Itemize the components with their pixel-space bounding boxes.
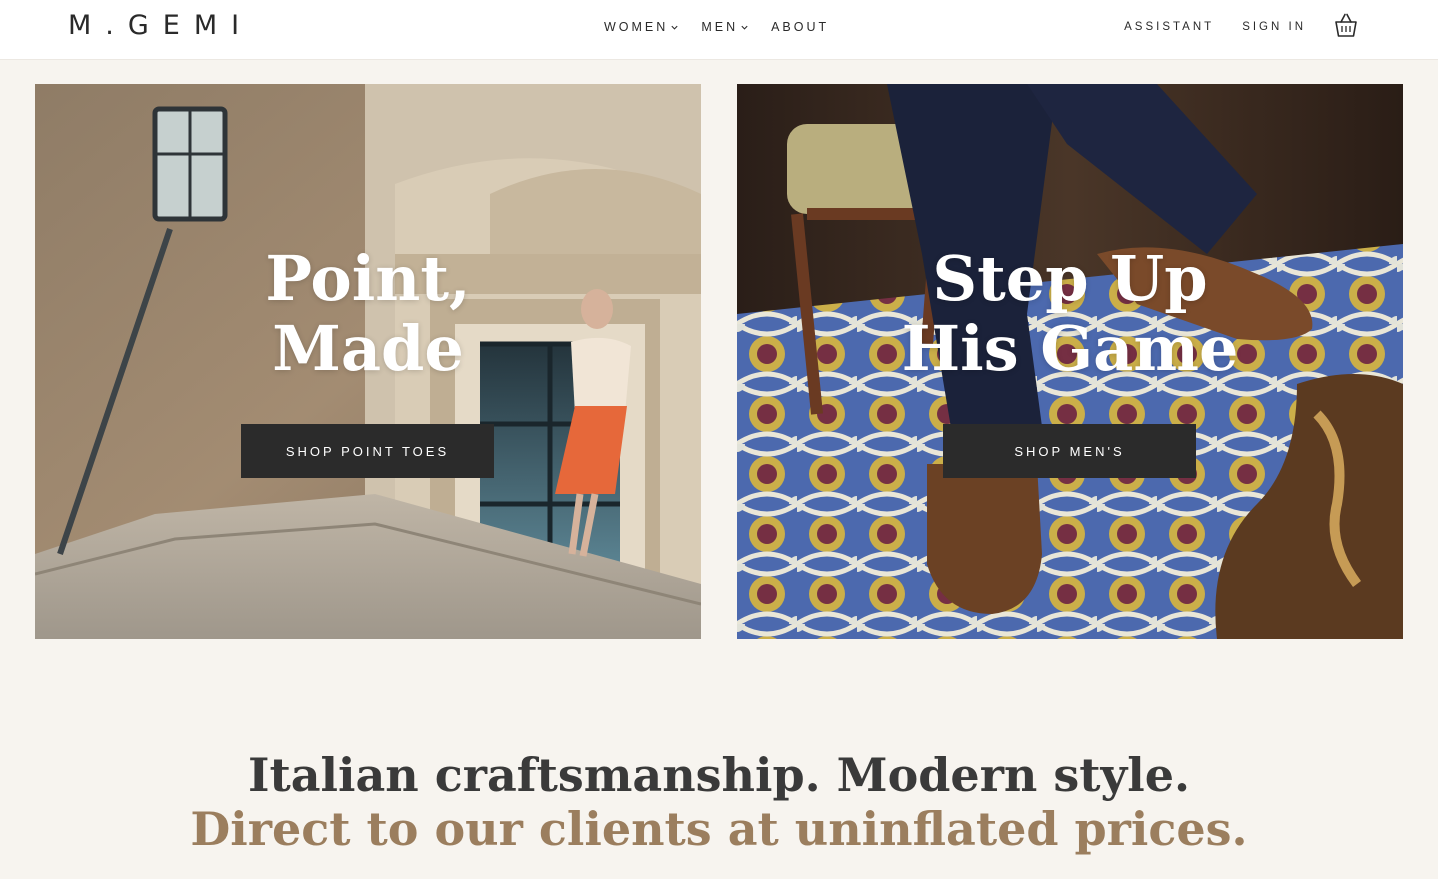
site-header: M.GEMI WOMEN MEN ABOUT ASSISTANT SIGN IN	[0, 0, 1438, 60]
shop-mens-button[interactable]: SHOP MEN'S	[943, 424, 1196, 478]
nav-about-label: ABOUT	[771, 20, 830, 34]
nav-women[interactable]: WOMEN	[604, 19, 679, 35]
hero-women-panel[interactable]: Point, Made SHOP POINT TOES	[35, 84, 701, 639]
headline-line: Point,	[265, 242, 471, 315]
shop-point-toes-button[interactable]: SHOP POINT TOES	[241, 424, 494, 478]
nav-men[interactable]: MEN	[701, 19, 749, 35]
main-nav: WOMEN MEN ABOUT	[604, 19, 851, 35]
shopping-bag-icon[interactable]	[1334, 12, 1358, 38]
hero-men-headline: Step Up His Game	[737, 244, 1403, 384]
headline-line: Made	[272, 312, 464, 385]
tagline-line-1: Italian craftsmanship. Modern style.	[247, 748, 1191, 802]
headline-line: Step Up	[932, 242, 1208, 315]
brand-logo[interactable]: M.GEMI	[68, 10, 253, 42]
chevron-down-icon	[741, 25, 748, 30]
assistant-link[interactable]: ASSISTANT	[1124, 19, 1214, 35]
headline-line: His Game	[901, 312, 1239, 385]
utility-nav: ASSISTANT SIGN IN	[1124, 12, 1358, 38]
nav-women-label: WOMEN	[604, 20, 669, 34]
nav-about[interactable]: ABOUT	[771, 19, 829, 35]
hero-women-headline: Point, Made	[35, 244, 701, 384]
nav-men-label: MEN	[701, 20, 739, 34]
brand-tagline: Italian craftsmanship. Modern style. Dir…	[0, 748, 1438, 856]
tagline-line-2: Direct to our clients at uninflated pric…	[190, 802, 1248, 856]
sign-in-link[interactable]: SIGN IN	[1242, 19, 1306, 35]
chevron-down-icon	[671, 25, 678, 30]
hero-men-panel[interactable]: Step Up His Game SHOP MEN'S	[737, 84, 1403, 639]
